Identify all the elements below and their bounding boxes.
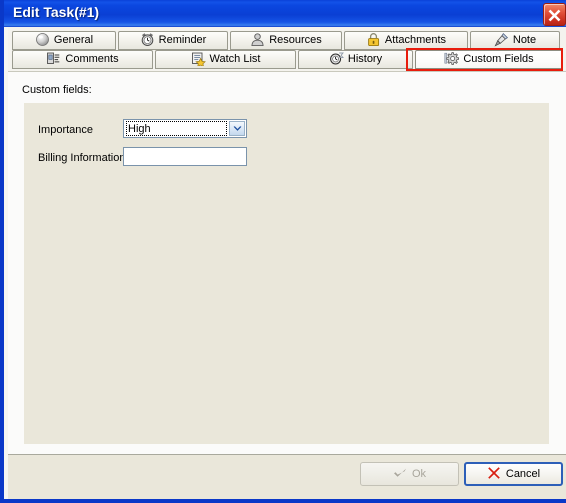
lock-icon — [366, 32, 381, 47]
billing-information-input[interactable] — [124, 148, 246, 165]
billing-information-field[interactable] — [123, 147, 247, 166]
close-button[interactable] — [543, 3, 566, 26]
ok-button-label: Ok — [411, 468, 427, 481]
tab-resources-label: Resources — [269, 34, 322, 46]
tab-note-label: Note — [512, 34, 537, 46]
tab-row-1: General Reminder Resources Attachments N… — [12, 31, 562, 50]
tab-strip: General Reminder Resources Attachments N… — [8, 27, 566, 72]
pushpin-icon — [494, 32, 509, 47]
person-icon — [250, 32, 265, 47]
tab-general[interactable]: General — [12, 31, 116, 50]
tab-note[interactable]: Note — [470, 31, 560, 50]
importance-dropdown-button[interactable] — [229, 121, 245, 136]
tab-watch-list[interactable]: Watch List — [155, 50, 296, 69]
tab-general-label: General — [53, 34, 94, 46]
tab-comments[interactable]: Comments — [12, 50, 153, 69]
tab-history[interactable]: History — [298, 50, 413, 69]
tab-resources[interactable]: Resources — [230, 31, 342, 50]
watch-list-icon — [191, 51, 206, 66]
check-icon — [393, 466, 407, 480]
importance-value: High — [126, 121, 227, 136]
chevron-down-icon — [233, 126, 241, 131]
tab-reminder[interactable]: Reminder — [118, 31, 228, 50]
tab-comments-label: Comments — [65, 53, 119, 65]
comment-list-icon — [46, 51, 61, 66]
history-clock-icon — [329, 51, 344, 66]
tab-custom-fields-label: Custom Fields — [463, 53, 534, 65]
close-icon — [548, 9, 561, 22]
tab-attachments-label: Attachments — [384, 34, 447, 46]
gear-icon — [444, 51, 460, 66]
tab-custom-fields[interactable]: Custom Fields — [415, 50, 563, 69]
importance-label: Importance — [38, 124, 94, 136]
edit-task-dialog: Edit Task(#1) General Reminder Resources… — [0, 0, 566, 503]
tab-reminder-label: Reminder — [158, 34, 207, 46]
sphere-icon — [35, 32, 50, 47]
x-icon — [487, 466, 501, 480]
custom-fields-panel: Custom fields: Importance High Billing I… — [8, 71, 566, 455]
custom-fields-groupbox: Importance High Billing Information — [24, 103, 549, 444]
tab-history-label: History — [347, 53, 383, 65]
cancel-button[interactable]: Cancel — [464, 462, 563, 486]
cancel-button-label: Cancel — [505, 468, 541, 481]
window-title: Edit Task(#1) — [13, 4, 100, 20]
ok-button[interactable]: Ok — [360, 462, 459, 486]
section-title: Custom fields: — [22, 84, 92, 96]
tab-row-2: Comments Watch List History Custom Field… — [12, 50, 565, 69]
tab-watch-list-label: Watch List — [209, 53, 261, 65]
dialog-footer: Ok Cancel — [8, 455, 566, 499]
tab-attachments[interactable]: Attachments — [344, 31, 468, 50]
billing-information-label: Billing Information — [38, 152, 126, 164]
importance-combobox[interactable]: High — [123, 119, 247, 138]
title-bar: Edit Task(#1) — [4, 0, 566, 27]
alarm-clock-icon — [140, 32, 155, 47]
